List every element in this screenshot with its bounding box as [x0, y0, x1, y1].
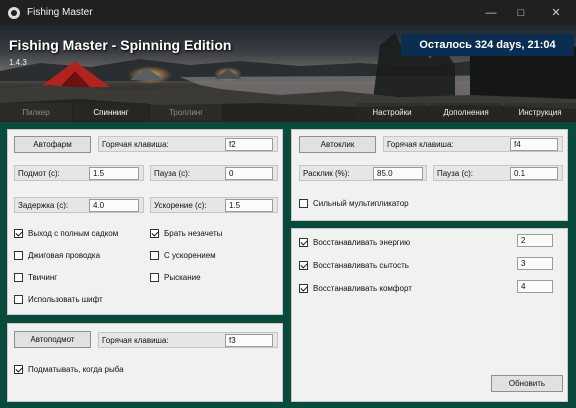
checkbox-strong-multiplier[interactable]: Сильный мультипликатор: [299, 197, 409, 209]
checkbox-box[interactable]: [299, 283, 308, 293]
autoclick-hotkey-label-text: Горячая клавиша:: [387, 139, 454, 149]
checkbox-label: Рыскание: [164, 272, 201, 282]
autofarm-panel: Автофарм Горячая клавиша: f2 Подмот (с):…: [7, 129, 283, 315]
tab-pilker[interactable]: Пилкер: [0, 103, 72, 121]
banner-title: Fishing Master - Spinning Edition: [9, 37, 232, 53]
checkbox-label: Сильный мультипликатор: [313, 198, 409, 208]
autohook-hotkey-label-text: Горячая клавиша:: [102, 335, 169, 345]
checkbox-jig-retrieve[interactable]: Джиговая проводка: [14, 249, 100, 261]
app-icon: [8, 6, 20, 19]
checkbox-label: С ускорением: [164, 250, 216, 260]
checkbox-box[interactable]: [14, 272, 23, 282]
checkbox-box[interactable]: [14, 364, 23, 374]
close-icon[interactable]: ✕: [539, 0, 573, 25]
checkbox-box[interactable]: [299, 237, 308, 247]
minimize-icon[interactable]: —: [474, 0, 508, 25]
tab-settings[interactable]: Настройки: [356, 103, 428, 121]
autofarm-hotkey-label-text: Горячая клавиша:: [102, 139, 169, 149]
checkbox-box[interactable]: [299, 260, 308, 270]
autoclick-button[interactable]: Автоклик: [299, 136, 376, 153]
restore-comfort-slot-input[interactable]: 4: [517, 280, 553, 293]
checkbox-box[interactable]: [150, 250, 159, 260]
checkbox-label: Джиговая проводка: [28, 250, 101, 260]
tab-trolling[interactable]: Троллинг: [150, 103, 222, 121]
subscription-time-left: Осталось 324 days, 21:04: [401, 34, 574, 56]
checkbox-yawing[interactable]: Рыскание: [150, 271, 201, 283]
checkbox-reel-when-fish[interactable]: Подматывать, когда рыба: [14, 363, 124, 375]
click-rate-input[interactable]: 85.0: [373, 167, 423, 180]
checkbox-label: Восстанавливать сытость: [313, 260, 409, 270]
autohook-hotkey-input[interactable]: f3: [225, 334, 273, 347]
autohook-panel: Автоподмот Горячая клавиша: f3 Подматыва…: [7, 323, 283, 402]
click-rate-label-text: Расклик (%):: [303, 168, 350, 178]
tab-addons[interactable]: Дополнения: [430, 103, 502, 121]
window-title: Fishing Master: [27, 7, 93, 18]
app-version: 1.4.3: [9, 58, 27, 67]
checkbox-label: Выход с полным садком: [28, 228, 119, 238]
checkbox-label: Твичинг: [28, 272, 58, 282]
acceleration-label-text: Ускорение (с):: [154, 200, 207, 210]
checkbox-box[interactable]: [14, 294, 23, 304]
checkbox-take-undersized[interactable]: Брать незачеты: [150, 227, 222, 239]
checkbox-label: Использовать шифт: [28, 294, 103, 304]
checkbox-label: Восстанавливать комфорт: [313, 283, 412, 293]
autoclick-pause-label-text: Пауза (с):: [437, 168, 473, 178]
checkbox-box[interactable]: [150, 228, 159, 238]
checkbox-label: Брать незачеты: [164, 228, 223, 238]
checkbox-box[interactable]: [150, 272, 159, 282]
checkbox-box[interactable]: [14, 250, 23, 260]
podmot-input[interactable]: 1.5: [89, 167, 139, 180]
tab-instructions[interactable]: Инструкция: [504, 103, 576, 121]
autohook-button[interactable]: Автоподмот: [14, 331, 91, 348]
restore-energy-slot-input[interactable]: 2: [517, 234, 553, 247]
header-banner: Fishing Master - Spinning Edition 1.4.3 …: [0, 25, 576, 122]
restore-panel: Восстанавливать энергию 2 Восстанавливат…: [291, 228, 568, 402]
autoclick-hotkey-input[interactable]: f4: [510, 138, 558, 151]
autofarm-button[interactable]: Автофарм: [14, 136, 91, 153]
maximize-icon[interactable]: □: [504, 0, 538, 25]
autofarm-hotkey-input[interactable]: f2: [225, 138, 273, 151]
pause-label-text: Пауза (с):: [154, 168, 190, 178]
checkbox-label: Подматывать, когда рыба: [28, 364, 124, 374]
checkbox-restore-satiety[interactable]: Восстанавливать сытость: [299, 259, 409, 271]
update-button[interactable]: Обновить: [491, 375, 563, 392]
checkbox-restore-comfort[interactable]: Восстанавливать комфорт: [299, 282, 412, 294]
checkbox-box[interactable]: [14, 228, 23, 238]
delay-input[interactable]: 4.0: [89, 199, 139, 212]
pause-input[interactable]: 0: [225, 167, 273, 180]
checkbox-use-shift[interactable]: Использовать шифт: [14, 293, 103, 305]
checkbox-restore-energy[interactable]: Восстанавливать энергию: [299, 236, 410, 248]
checkbox-with-acceleration[interactable]: С ускорением: [150, 249, 216, 261]
checkbox-twitching[interactable]: Твичинг: [14, 271, 57, 283]
delay-label-text: Задержка (с):: [18, 200, 69, 210]
checkbox-box[interactable]: [299, 198, 308, 208]
main-content: Автофарм Горячая клавиша: f2 Подмот (с):…: [0, 122, 576, 408]
checkbox-label: Восстанавливать энергию: [313, 237, 411, 247]
autoclick-pause-input[interactable]: 0.1: [510, 167, 558, 180]
tab-spinning[interactable]: Спиннинг: [74, 103, 148, 121]
podmot-label-text: Подмот (с):: [18, 168, 60, 178]
autoclick-panel: Автоклик Горячая клавиша: f4 Расклик (%)…: [291, 129, 568, 221]
checkbox-exit-full-keepnet[interactable]: Выход с полным садком: [14, 227, 118, 239]
acceleration-input[interactable]: 1.5: [225, 199, 273, 212]
restore-satiety-slot-input[interactable]: 3: [517, 257, 553, 270]
window-title-bar: Fishing Master — □ ✕: [0, 0, 576, 25]
